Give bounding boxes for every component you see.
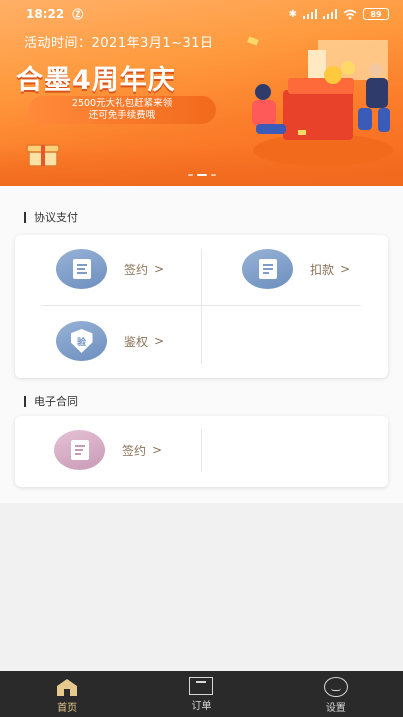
contract-sheet-icon [70, 440, 89, 460]
document-icon [56, 249, 107, 289]
promo-subtitle-line1: 2500元大礼包赶紧来领 [71, 98, 173, 109]
carousel-dot-active [196, 174, 207, 176]
carousel-indicator [0, 174, 403, 176]
tab-orders-label: 订单 [191, 701, 212, 712]
promo-date: 活动时间：2021年3月1~31日 [24, 36, 214, 51]
signal-icon [303, 9, 317, 19]
tab-settings[interactable]: 设置 [269, 671, 403, 717]
document-sheet-icon [72, 259, 91, 279]
status-time: 18:22 [26, 7, 65, 21]
section-title-agreement-pay: 协议支付 [24, 209, 78, 225]
divider-vertical [201, 430, 202, 472]
celebration-illustration [247, 36, 393, 166]
e-contract-card: 签约 > [15, 416, 388, 487]
contract-sign-button[interactable]: 签约 > [54, 430, 162, 470]
gift-box-icon [26, 144, 60, 167]
bottom-tab-bar: 首页 订单 设置 [0, 671, 403, 717]
status-right: ✱ 89 [289, 8, 389, 20]
mute-icon: Ⓩ [72, 8, 84, 21]
contract-sign-icon [54, 430, 105, 470]
shield-icon: 验 [70, 329, 93, 353]
tab-settings-label: 设置 [325, 703, 346, 714]
signal-icon-2 [323, 9, 337, 19]
home-icon [57, 679, 78, 696]
receipt-icon [242, 249, 293, 289]
bluetooth-icon: ✱ [288, 8, 297, 20]
chevron-right-icon: > [154, 262, 165, 276]
divider-horizontal [41, 305, 361, 306]
empty-area [0, 503, 403, 671]
tab-home-label: 首页 [57, 703, 78, 714]
deduction-button[interactable]: 扣款 > [242, 249, 350, 289]
tab-orders[interactable]: 订单 [134, 671, 268, 717]
chevron-right-icon: > [154, 334, 165, 348]
carousel-dot [210, 174, 216, 176]
divider-vertical [201, 249, 202, 364]
agreement-sign-label: 签约 [124, 262, 149, 277]
carousel-dot [187, 174, 193, 176]
agreement-pay-card: 签约 > 扣款 > 验 鉴权 > [15, 235, 388, 378]
settings-icon [323, 677, 348, 697]
authentication-label: 鉴权 [124, 334, 149, 349]
authentication-button[interactable]: 验 鉴权 > [56, 321, 164, 361]
promo-title: 合墨4周年庆 [16, 65, 176, 96]
promo-banner[interactable]: 18:22 Ⓩ ✱ 89 活动时间：2021年3月1~31日 合墨4周年庆 25… [0, 0, 403, 186]
wifi-icon [343, 9, 357, 19]
promo-subtitle-line2: 还可免手续费哦 [88, 110, 156, 121]
receipt-sheet-icon [258, 259, 277, 279]
contract-sign-label: 签约 [122, 443, 147, 458]
chevron-right-icon: > [340, 262, 351, 276]
tab-home[interactable]: 首页 [0, 671, 134, 717]
agreement-sign-button[interactable]: 签约 > [56, 249, 164, 289]
chevron-right-icon: > [152, 443, 163, 457]
status-bar: 18:22 Ⓩ ✱ 89 [0, 0, 403, 28]
battery-icon: 89 [363, 8, 389, 20]
section-title-e-contract: 电子合同 [24, 393, 78, 409]
order-icon [189, 677, 214, 695]
deduction-label: 扣款 [310, 262, 335, 277]
promo-subtitle: 2500元大礼包赶紧来领 还可免手续费哦 [28, 96, 216, 124]
verify-shield-icon: 验 [56, 321, 107, 361]
